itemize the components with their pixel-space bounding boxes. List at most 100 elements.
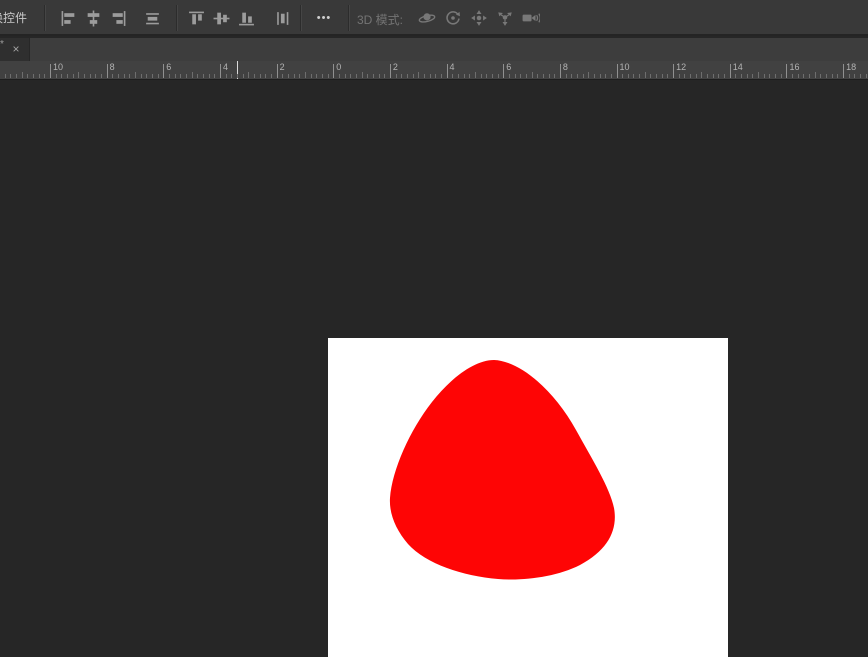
ruler-major-tick	[390, 64, 391, 78]
ruler-minor-tick	[362, 72, 363, 78]
ruler-minor-tick	[186, 74, 187, 78]
ruler-major-tick	[333, 64, 334, 78]
slide-3d-camera-button[interactable]	[493, 6, 517, 30]
ruler-minor-tick	[84, 74, 85, 78]
ruler-minor-tick	[781, 74, 782, 78]
ruler-minor-tick	[73, 74, 74, 78]
separator	[300, 5, 302, 31]
ruler-minor-tick	[492, 74, 493, 78]
ruler-minor-tick	[78, 72, 79, 78]
pan-3d-camera-button[interactable]	[467, 6, 491, 30]
ruler-label: 10	[620, 63, 630, 72]
tab-close-button[interactable]: ×	[10, 41, 22, 57]
ruler-label: 16	[789, 63, 799, 72]
ruler-minor-tick	[299, 74, 300, 78]
ruler-label: 0	[336, 63, 341, 72]
ruler-minor-tick	[741, 74, 742, 78]
roll-3d-camera-button[interactable]	[441, 6, 465, 30]
ruler-minor-tick	[690, 74, 691, 78]
ruler-major-tick	[220, 64, 221, 78]
ruler-label: 8	[110, 63, 115, 72]
align-horizontal-centers-button[interactable]	[81, 6, 105, 30]
ruler-minor-tick	[146, 74, 147, 78]
horizontal-ruler[interactable]: 108642024681012141618	[0, 61, 868, 80]
ruler-minor-tick	[10, 74, 11, 78]
ruler-minor-tick	[656, 74, 657, 78]
more-align-options-button[interactable]: •••	[311, 6, 337, 30]
ruler-minor-tick	[792, 74, 793, 78]
ruler-minor-tick	[401, 74, 402, 78]
ruler-minor-tick	[639, 74, 640, 78]
ruler-minor-tick	[633, 74, 634, 78]
ruler-minor-tick	[95, 74, 96, 78]
ruler-minor-tick	[44, 74, 45, 78]
ruler-minor-tick	[39, 74, 40, 78]
ruler-major-tick	[50, 64, 51, 78]
align-bottom-edges-button[interactable]	[234, 6, 258, 30]
ruler-label: 2	[393, 63, 398, 72]
pan-3d-camera-icon	[470, 9, 488, 27]
ruler-minor-tick	[464, 74, 465, 78]
ruler-minor-tick	[815, 72, 816, 78]
ruler-minor-tick	[798, 74, 799, 78]
ruler-major-tick	[843, 64, 844, 78]
ruler-minor-tick	[243, 74, 244, 78]
ruler-minor-tick	[469, 74, 470, 78]
ruler-minor-tick	[769, 74, 770, 78]
ruler-minor-tick	[713, 74, 714, 78]
ruler-minor-tick	[180, 74, 181, 78]
ruler-minor-tick	[209, 74, 210, 78]
ruler-minor-tick	[667, 74, 668, 78]
ruler-major-tick	[163, 64, 164, 78]
ruler-minor-tick	[61, 74, 62, 78]
ruler-minor-tick	[764, 74, 765, 78]
ruler-minor-tick	[254, 74, 255, 78]
ruler-minor-tick	[22, 72, 23, 78]
ruler-minor-tick	[135, 72, 136, 78]
ruler-minor-tick	[152, 74, 153, 78]
ruler-minor-tick	[214, 74, 215, 78]
ruler-minor-tick	[141, 74, 142, 78]
ruler-minor-tick	[158, 74, 159, 78]
ruler-minor-tick	[747, 74, 748, 78]
ruler-major-tick	[560, 64, 561, 78]
document-canvas[interactable]	[328, 338, 728, 657]
ruler-minor-tick	[515, 74, 516, 78]
ruler-minor-tick	[413, 74, 414, 78]
orbit-3d-camera-button[interactable]	[415, 6, 439, 30]
tab-title-fragment: *	[0, 40, 4, 50]
canvas-artwork	[328, 338, 728, 657]
ruler-minor-tick	[809, 74, 810, 78]
ruler-major-tick	[277, 64, 278, 78]
zoom-3d-camera-icon	[522, 9, 540, 27]
ruler-label: 8	[563, 63, 568, 72]
align-top-edges-button[interactable]	[184, 6, 208, 30]
align-left-edges-icon	[60, 10, 77, 27]
distribute-vertical-centers-button[interactable]	[140, 6, 164, 30]
ruler-minor-tick	[475, 72, 476, 78]
ruler-minor-tick	[481, 74, 482, 78]
ruler-minor-tick	[662, 74, 663, 78]
ruler-minor-tick	[650, 74, 651, 78]
ruler-minor-tick	[849, 74, 850, 78]
ruler-minor-tick	[424, 74, 425, 78]
align-vertical-centers-button[interactable]	[209, 6, 233, 30]
ruler-minor-tick	[577, 74, 578, 78]
zoom-3d-camera-button[interactable]	[519, 6, 543, 30]
align-left-edges-button[interactable]	[56, 6, 80, 30]
ruler-major-tick	[730, 64, 731, 78]
distribute-horizontal-centers-button[interactable]	[270, 6, 294, 30]
ruler-minor-tick	[509, 74, 510, 78]
ruler-minor-tick	[345, 74, 346, 78]
document-tab[interactable]: * ×	[0, 38, 30, 61]
ruler-minor-tick	[537, 74, 538, 78]
ruler-minor-tick	[696, 74, 697, 78]
ruler-label: 6	[166, 63, 171, 72]
pasteboard	[0, 80, 868, 657]
align-horizontal-centers-icon	[85, 10, 102, 27]
align-right-edges-button[interactable]	[106, 6, 130, 30]
red-rounded-triangle-shape	[390, 360, 615, 579]
ruler-minor-tick	[684, 74, 685, 78]
ruler-minor-tick	[526, 74, 527, 78]
ruler-minor-tick	[67, 74, 68, 78]
